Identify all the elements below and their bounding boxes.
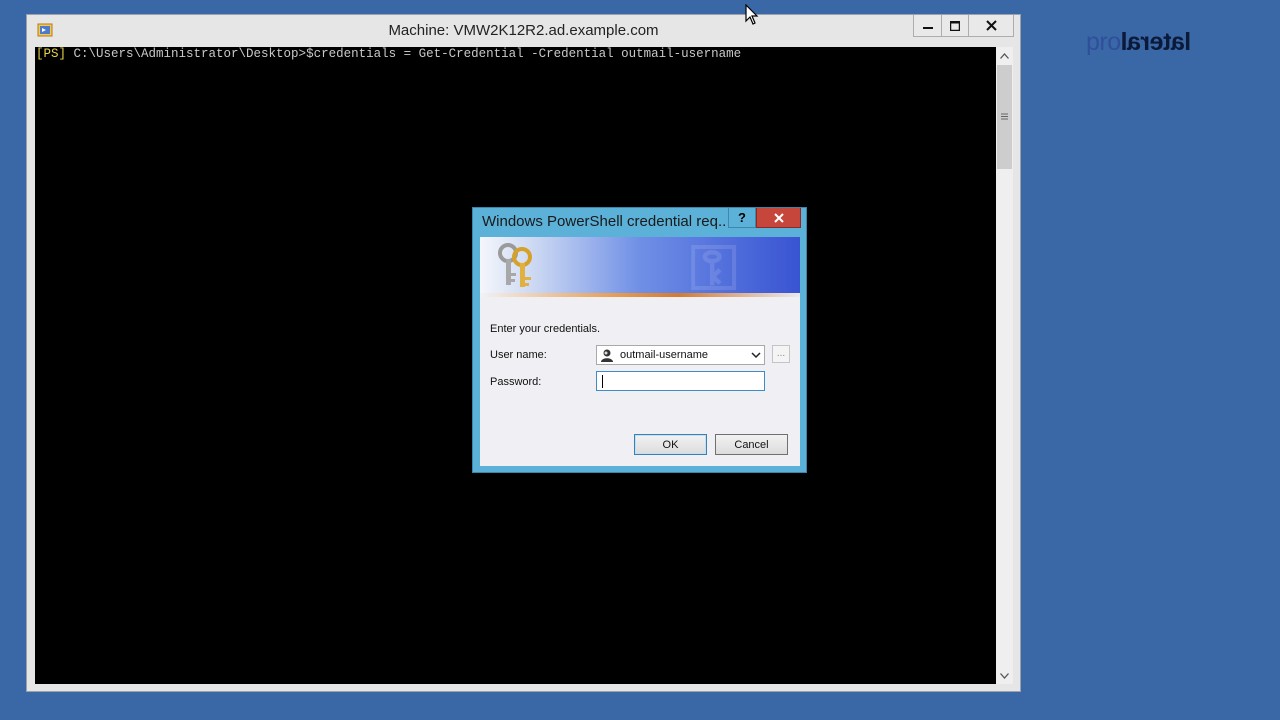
dialog-title: Windows PowerShell credential req... [482,213,727,230]
close-icon [773,212,784,223]
console-command: $credentials = Get-Credential -Credentia… [306,47,742,61]
credential-dialog: Windows PowerShell credential req... ? ⚿… [472,207,807,473]
password-label: Password: [490,376,542,388]
logo-text-lateral: lateral [1120,28,1191,56]
scroll-thumb[interactable] [997,65,1012,169]
ok-button[interactable]: OK [634,434,707,455]
vertical-scrollbar[interactable] [996,47,1013,684]
logo-text-pro: pro [1086,28,1121,56]
console-command-line: [PS] C:\Users\Administrator\Desktop>$cre… [36,47,741,61]
close-button[interactable] [969,15,1014,37]
vm-window-title: Machine: VMW2K12R2.ad.example.com [388,22,659,39]
prompt-path: C:\Users\Administrator\Desktop> [66,47,307,61]
browse-user-button[interactable]: ... [772,345,790,363]
user-icon [601,349,613,362]
maximize-button[interactable] [942,15,969,37]
prolateral-logo: prolateral [1086,28,1191,57]
text-caret [602,375,603,388]
banner-stripe [480,293,800,297]
username-value: outmail-username [620,349,709,361]
dialog-body: ⚿ Enter your credentials. User name: out… [480,237,800,466]
scroll-grip-icon [1001,113,1008,120]
scroll-down-icon [1000,672,1009,679]
maximize-icon [950,20,960,31]
help-icon: ? [738,210,746,225]
cancel-button[interactable]: Cancel [715,434,788,455]
keys-icon [498,243,532,287]
prompt-tag: [PS] [36,47,67,61]
scroll-down-button[interactable] [996,667,1013,684]
minimize-button[interactable] [913,15,942,37]
dropdown-icon[interactable] [751,351,761,359]
banner-watermark: ⚿ [690,237,738,297]
dialog-banner: ⚿ [480,237,800,297]
instruction-text: Enter your credentials. [490,323,601,335]
mouse-cursor-icon [745,4,759,25]
window-controls [913,15,1014,37]
dialog-close-button[interactable] [756,208,801,228]
password-input[interactable] [596,371,765,391]
username-label: User name: [490,349,547,361]
scroll-up-icon [1000,52,1009,59]
vm-titlebar[interactable]: Machine: VMW2K12R2.ad.example.com [27,15,1020,47]
username-combobox[interactable]: outmail-username [596,345,765,365]
close-icon [985,20,997,31]
minimize-icon [922,26,933,29]
dialog-help-button[interactable]: ? [728,208,756,228]
browse-label: ... [776,348,786,359]
scroll-up-button[interactable] [996,47,1013,64]
